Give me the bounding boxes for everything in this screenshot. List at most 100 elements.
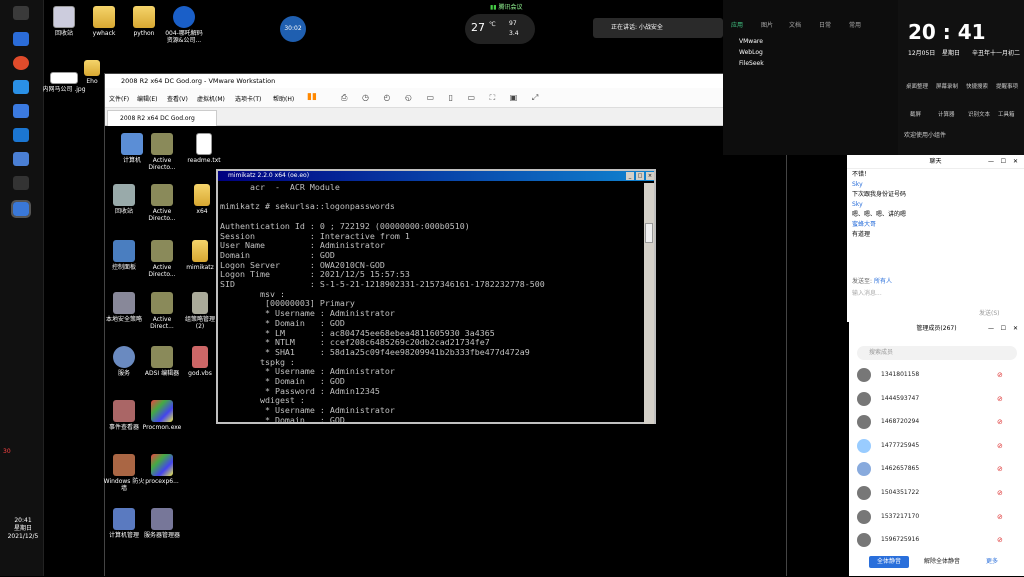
recording-timer[interactable]: 30:02 [280, 16, 306, 42]
tool-calculator[interactable]: 计算器 [938, 110, 955, 118]
app-icon-3[interactable] [13, 152, 29, 166]
send-to-dropdown[interactable]: 所有人 [874, 278, 892, 285]
tab-apps[interactable]: 应用 [731, 20, 743, 29]
app-icon-1[interactable] [13, 80, 29, 94]
guest-icon-vbs[interactable]: god.vbs [182, 346, 218, 377]
member-minimize-button[interactable]: — [988, 322, 994, 336]
tab-docs[interactable]: 文档 [789, 20, 801, 29]
tab-daily[interactable]: 日常 [819, 20, 831, 29]
desktop-icon-zip[interactable]: 004-哪吒解码 资源&公司... [162, 6, 206, 44]
tray-badge[interactable]: 30 [3, 448, 11, 455]
guest-icon-procexp[interactable]: procexp6... [140, 454, 184, 485]
tool-screen-record[interactable]: 屏幕录制 [936, 82, 958, 90]
guest-icon-readme[interactable]: readme.txt [182, 133, 226, 164]
tool-ocr[interactable]: 识别文本 [968, 110, 990, 118]
meeting-indicator[interactable]: ▮▮ 腾讯会议 [490, 2, 523, 11]
tab-frequent[interactable]: 常用 [849, 20, 861, 29]
taskbar-clock[interactable]: 20:41 星期日 2021/12/5 [4, 517, 42, 541]
mic-muted-icon[interactable]: ⊘ [997, 507, 1003, 527]
member-row[interactable]: 1477725945 ⊘ [857, 436, 1017, 456]
shield-icon[interactable] [13, 104, 29, 118]
tool-toolbox[interactable]: 工具箱 [998, 110, 1015, 118]
app-fileseek[interactable]: FileSeek [727, 58, 764, 69]
desktop-icon-recycle-bin[interactable]: 回收站 [42, 6, 86, 37]
console-scrollbar[interactable] [644, 183, 654, 424]
console-output[interactable]: acr - ACR Module mimikatz # sekurlsa::lo… [220, 183, 642, 424]
mic-muted-icon[interactable]: ⊘ [997, 365, 1003, 385]
guest-icon-ad3[interactable]: Active Directo... [140, 240, 184, 278]
console-close-button[interactable]: × [646, 172, 654, 180]
mic-muted-icon[interactable]: ⊘ [997, 459, 1003, 479]
chat-maximize-button[interactable]: ☐ [1001, 155, 1006, 169]
tab-images[interactable]: 图片 [761, 20, 773, 29]
more-button[interactable]: 更多 [977, 556, 1007, 568]
member-row[interactable]: 1468720294 ⊘ [857, 412, 1017, 432]
guest-icon-ad2[interactable]: Active Directo... [140, 184, 184, 222]
console-minimize-button[interactable]: _ [626, 172, 634, 180]
member-row[interactable]: 1444593747 ⊘ [857, 389, 1017, 409]
member-row[interactable]: 1504351722 ⊘ [857, 483, 1017, 503]
chat-minimize-button[interactable]: — [988, 155, 994, 169]
guest-icon-procmon[interactable]: Procmon.exe [140, 400, 184, 431]
guest-icon-gpo[interactable]: 组策略管理 (2) [182, 292, 218, 330]
desktop-icon-python[interactable]: python [122, 6, 166, 37]
menu-edit[interactable]: 编辑(E) [137, 94, 157, 103]
member-row[interactable]: 1462657865 ⊘ [857, 459, 1017, 479]
pause-icon[interactable]: ▮▮ [307, 92, 317, 102]
member-row[interactable]: 1537217170 ⊘ [857, 507, 1017, 527]
member-row[interactable]: 1341801158 ⊘ [857, 365, 1017, 385]
vmware-titlebar[interactable]: 2008 R2 x64 DC God.org - VMware Workstat… [105, 74, 786, 88]
guest-icon-mimikatz[interactable]: mimikatz [182, 240, 218, 271]
menu-view[interactable]: 查看(V) [167, 94, 188, 103]
start-icon[interactable] [13, 6, 29, 20]
member-search-input[interactable]: 搜索成员 [857, 346, 1017, 360]
tool-reminders[interactable]: 提醒事项 [996, 82, 1018, 90]
guest-icon-adsi[interactable]: ADSI 编辑器 [140, 346, 184, 377]
menu-tabs[interactable]: 选项卡(T) [235, 94, 261, 103]
mimikatz-console-window[interactable]: mimikatz 2.2.0 x64 (oe.eo) _ □ × acr - A… [216, 169, 656, 424]
mimikatz-titlebar[interactable]: mimikatz 2.2.0 x64 (oe.eo) _ □ × [218, 171, 654, 181]
member-maximize-button[interactable]: ☐ [1001, 322, 1006, 336]
file-explorer-icon[interactable] [13, 32, 29, 46]
mute-all-button[interactable]: 全体静音 [869, 556, 909, 568]
mic-muted-icon[interactable]: ⊘ [997, 436, 1003, 456]
menu-help[interactable]: 帮助(H) [273, 94, 294, 103]
tab-vm[interactable]: 2008 R2 x64 DC God.org [107, 110, 217, 126]
mic-muted-icon[interactable]: ⊘ [997, 389, 1003, 409]
guest-icon-ad1[interactable]: Active Directo... [140, 133, 184, 171]
send-to-row: 发送至: 所有人 [852, 276, 892, 285]
chat-titlebar[interactable]: 聊天 — ☐ ✕ [847, 155, 1024, 169]
menu-vm[interactable]: 虚拟机(M) [197, 94, 225, 103]
mic-muted-icon[interactable]: ⊘ [997, 483, 1003, 503]
send-button[interactable]: 发送(S) [979, 308, 1000, 317]
tool-desktop-organize[interactable]: 桌面整理 [906, 82, 928, 90]
mic-muted-icon[interactable]: ⊘ [997, 530, 1003, 550]
app-weblog[interactable]: WebLog [727, 47, 764, 58]
console-maximize-button[interactable]: □ [636, 172, 644, 180]
unmute-all-button[interactable]: 解除全体静音 [917, 556, 967, 568]
toolbar-icons[interactable]: ⎙ ◷ ◴ ◵ ▭ ▯ ▭ ⛶ ▣ ⤢ [341, 93, 544, 103]
guest-icon-server-manager[interactable]: 服务器管理器 [140, 508, 184, 539]
app-vmware[interactable]: VMware [727, 36, 764, 47]
desktop-icon-ywhack[interactable]: ywhack [82, 6, 126, 37]
member-titlebar[interactable]: 管理成员(267) — ☐ ✕ [849, 322, 1024, 336]
guest-icon-label: Windows 防火墙 [103, 478, 145, 492]
menu-file[interactable]: 文件(F) [109, 94, 129, 103]
chat-input[interactable]: 输入消息... [852, 288, 1017, 306]
member-name: 1468720294 [881, 418, 920, 425]
app-icon-4[interactable] [13, 176, 29, 190]
guest-icon-ad4[interactable]: Active Direct... [140, 292, 184, 330]
scrollbar-thumb[interactable] [645, 223, 653, 243]
mic-muted-icon[interactable]: ⊘ [997, 412, 1003, 432]
chat-close-button[interactable]: ✕ [1013, 155, 1018, 169]
member-row[interactable]: 1596725916 ⊘ [857, 530, 1017, 550]
desktop-icon-eho[interactable]: Eho [78, 60, 106, 85]
chrome-icon[interactable] [13, 56, 29, 70]
weather-widget[interactable]: 27 ℃ 97 3.4 [465, 14, 535, 44]
tool-quick-search[interactable]: 快捷搜索 [966, 82, 988, 90]
member-close-button[interactable]: ✕ [1013, 322, 1018, 336]
vmware-taskbar-icon[interactable] [11, 200, 31, 218]
app-icon-2[interactable] [13, 128, 29, 142]
widgets-link[interactable]: 欢迎使用小组件 [904, 130, 946, 139]
tool-screenshot[interactable]: 截屏 [910, 110, 921, 118]
